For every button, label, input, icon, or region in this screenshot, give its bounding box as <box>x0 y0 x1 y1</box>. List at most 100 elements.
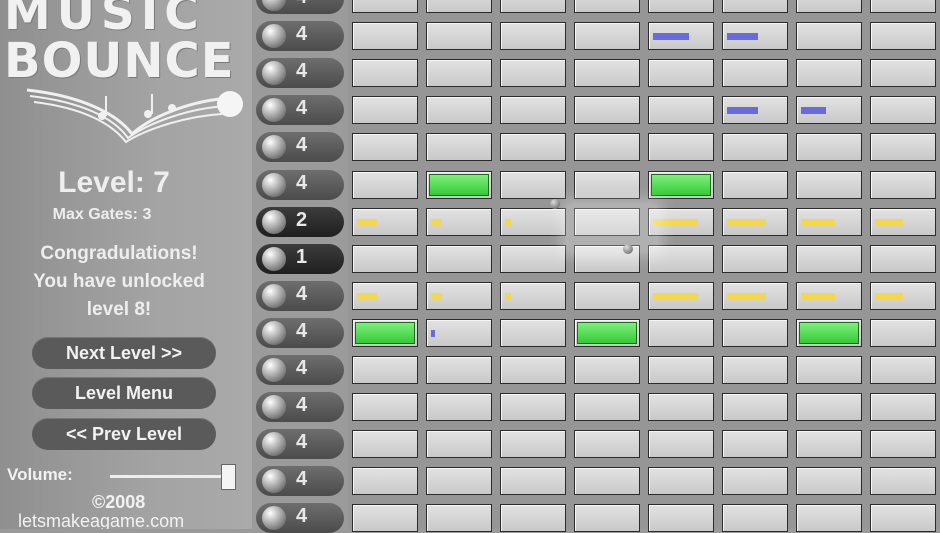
gate-block[interactable] <box>651 173 711 196</box>
grid-cell[interactable] <box>648 281 714 310</box>
grid-cell[interactable] <box>574 393 640 422</box>
grid-cell[interactable] <box>500 0 566 13</box>
grid-cell[interactable] <box>574 0 640 13</box>
grid-cell[interactable] <box>648 430 714 459</box>
grid-cell[interactable] <box>796 207 862 236</box>
row-control-13[interactable]: 4 <box>256 466 344 497</box>
grid-cell[interactable] <box>648 133 714 162</box>
grid-cell[interactable] <box>500 356 566 384</box>
prev-level-button[interactable]: << Prev Level <box>32 418 216 450</box>
grid-cell[interactable] <box>500 96 566 125</box>
grid-cell[interactable] <box>352 504 418 533</box>
grid-cell[interactable] <box>796 504 862 533</box>
grid-cell[interactable] <box>426 207 492 236</box>
grid-cell[interactable] <box>426 170 492 199</box>
grid-cell[interactable] <box>352 318 418 347</box>
grid-cell[interactable] <box>574 170 640 199</box>
row-control-5[interactable]: 4 <box>256 169 344 200</box>
grid-cell[interactable] <box>352 59 418 88</box>
grid-cell[interactable] <box>500 170 566 199</box>
grid-cell[interactable] <box>426 0 492 13</box>
grid-cell[interactable] <box>352 244 418 273</box>
grid-cell[interactable] <box>796 244 862 273</box>
row-control-10[interactable]: 4 <box>256 355 344 385</box>
grid-cell[interactable] <box>426 96 492 125</box>
grid-cell[interactable] <box>352 96 418 125</box>
grid-cell[interactable] <box>870 59 936 88</box>
grid-cell[interactable] <box>648 356 714 384</box>
grid-cell[interactable] <box>500 133 566 162</box>
volume-slider-track[interactable] <box>110 475 234 478</box>
grid-cell[interactable] <box>870 430 936 459</box>
grid-cell[interactable] <box>870 207 936 236</box>
grid-cell[interactable] <box>870 244 936 273</box>
grid-cell[interactable] <box>870 0 936 13</box>
grid-cell[interactable] <box>648 96 714 125</box>
gate-block[interactable] <box>355 321 415 344</box>
grid-cell[interactable] <box>574 504 640 533</box>
grid-cell[interactable] <box>426 467 492 496</box>
grid-cell[interactable] <box>796 96 862 125</box>
grid-cell[interactable] <box>426 393 492 422</box>
grid-cell[interactable] <box>722 133 788 162</box>
row-control-1[interactable]: 4 <box>256 21 344 52</box>
row-control-2[interactable]: 4 <box>256 58 344 89</box>
volume-slider-handle[interactable] <box>221 464 236 490</box>
grid-cell[interactable] <box>352 170 418 199</box>
grid-cell[interactable] <box>352 393 418 422</box>
grid-cell[interactable] <box>500 207 566 236</box>
grid-cell[interactable] <box>648 504 714 533</box>
grid-cell[interactable] <box>574 281 640 310</box>
grid-cell[interactable] <box>426 59 492 88</box>
grid-cell[interactable] <box>426 22 492 51</box>
grid-cell[interactable] <box>574 207 640 236</box>
grid-cell[interactable] <box>648 59 714 88</box>
grid-cell[interactable] <box>722 467 788 496</box>
grid-cell[interactable] <box>500 281 566 310</box>
grid-cell[interactable] <box>500 22 566 51</box>
grid-cell[interactable] <box>352 467 418 496</box>
grid-cell[interactable] <box>574 430 640 459</box>
grid-cell[interactable] <box>796 430 862 459</box>
grid-cell[interactable] <box>648 318 714 347</box>
website-link[interactable]: letsmakeagame.com <box>18 511 184 529</box>
grid-cell[interactable] <box>796 22 862 51</box>
grid-cell[interactable] <box>574 133 640 162</box>
grid-cell[interactable] <box>648 170 714 199</box>
row-control-11[interactable]: 4 <box>256 392 344 423</box>
grid-cell[interactable] <box>722 504 788 533</box>
row-control-0[interactable]: 4 <box>256 0 344 14</box>
grid-cell[interactable] <box>426 133 492 162</box>
grid-cell[interactable] <box>870 318 936 347</box>
grid-cell[interactable] <box>722 393 788 422</box>
grid-cell[interactable] <box>500 244 566 273</box>
grid-cell[interactable] <box>574 356 640 384</box>
grid-cell[interactable] <box>500 318 566 347</box>
grid-cell[interactable] <box>796 59 862 88</box>
grid-cell[interactable] <box>574 96 640 125</box>
row-control-7[interactable]: 1 <box>256 243 344 274</box>
grid-cell[interactable] <box>722 96 788 125</box>
grid-cell[interactable] <box>426 356 492 384</box>
grid-cell[interactable] <box>574 59 640 88</box>
grid-cell[interactable] <box>352 207 418 236</box>
row-control-3[interactable]: 4 <box>256 95 344 126</box>
grid-cell[interactable] <box>870 356 936 384</box>
grid-cell[interactable] <box>352 356 418 384</box>
grid-cell[interactable] <box>796 393 862 422</box>
grid-cell[interactable] <box>722 170 788 199</box>
grid-cell[interactable] <box>870 22 936 51</box>
grid-cell[interactable] <box>426 244 492 273</box>
grid-cell[interactable] <box>426 281 492 310</box>
grid-cell[interactable] <box>352 430 418 459</box>
grid-cell[interactable] <box>796 0 862 13</box>
grid-cell[interactable] <box>648 0 714 13</box>
grid-cell[interactable] <box>722 318 788 347</box>
grid-cell[interactable] <box>648 244 714 273</box>
grid-cell[interactable] <box>870 281 936 310</box>
grid-cell[interactable] <box>722 356 788 384</box>
grid-cell[interactable] <box>648 467 714 496</box>
grid-cell[interactable] <box>722 281 788 310</box>
grid-cell[interactable] <box>574 467 640 496</box>
grid-cell[interactable] <box>796 133 862 162</box>
